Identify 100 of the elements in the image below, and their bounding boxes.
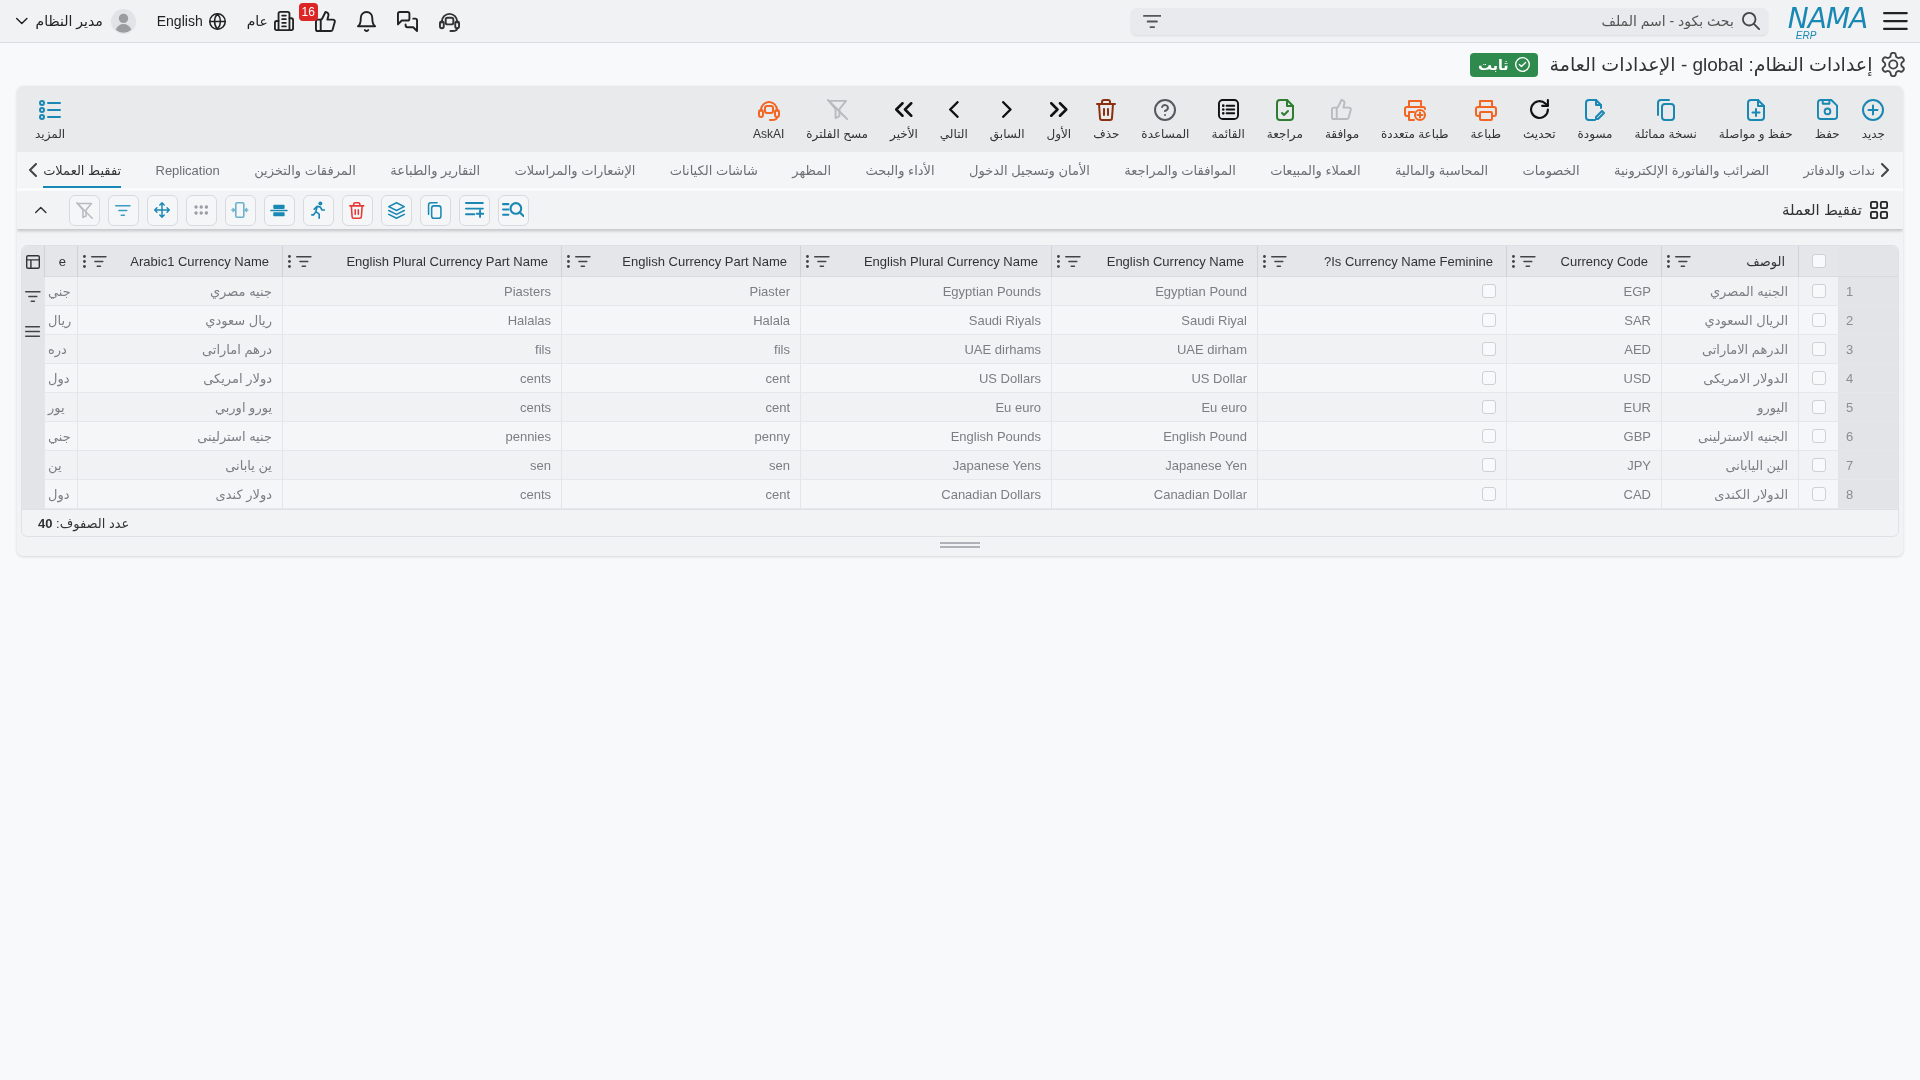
last-button[interactable]: الأخير (882, 97, 926, 141)
checkbox[interactable] (1482, 313, 1496, 327)
table-cell: دولار كندى (77, 480, 282, 509)
freeze-button[interactable] (263, 194, 295, 226)
new-button[interactable]: جديد (1853, 97, 1893, 141)
resize-handle[interactable] (940, 542, 980, 548)
filter-icon[interactable] (90, 255, 107, 267)
move-button[interactable] (146, 194, 178, 226)
filter-icon[interactable] (1674, 255, 1691, 267)
save-and-continue-button[interactable]: حفظ و مواصلة (1710, 97, 1801, 141)
tab[interactable]: شاشات الكيانات (669, 152, 758, 188)
tab[interactable]: الأداء والبحث (865, 152, 935, 188)
ask-ai-button[interactable]: AskAI (744, 97, 793, 141)
filter-icon[interactable] (813, 255, 830, 267)
chevron-left-icon[interactable] (29, 163, 37, 177)
headset-icon[interactable] (439, 10, 461, 32)
language-selector[interactable]: English (156, 12, 226, 30)
checkbox[interactable] (1811, 487, 1826, 501)
find-button[interactable] (497, 194, 529, 226)
vertical-dots-icon[interactable] (567, 254, 570, 268)
list-button[interactable]: القائمة (1203, 97, 1253, 141)
tab[interactable]: Replication (155, 152, 220, 188)
fit-columns-button[interactable] (224, 194, 256, 226)
thumbs-up-icon[interactable] (314, 10, 336, 32)
copy-button[interactable] (419, 194, 451, 226)
list-plus-icon (464, 202, 484, 218)
refresh-button[interactable]: تحديث (1515, 97, 1564, 141)
table-cell: Canadian Dollars (800, 480, 1051, 509)
branch-selector[interactable]: عام (246, 11, 294, 31)
filter-icon[interactable] (574, 255, 591, 267)
search-icon[interactable] (1741, 12, 1760, 30)
vertical-dots-icon[interactable] (1263, 254, 1266, 268)
filter-icon[interactable] (1519, 255, 1536, 267)
review-button[interactable]: مراجعة (1258, 97, 1311, 141)
filter-button[interactable] (107, 194, 139, 226)
checkbox[interactable] (1482, 458, 1496, 472)
vertical-dots-icon[interactable] (806, 254, 809, 268)
checkbox[interactable] (1811, 458, 1826, 472)
layers-button[interactable] (380, 194, 412, 226)
multi-print-button[interactable]: طباعة متعددة (1373, 97, 1457, 141)
checkbox[interactable] (1811, 400, 1826, 414)
tab[interactable]: التقارير والطباعة (390, 152, 481, 188)
tab[interactable]: الضرائب والفاتورة الإلكترونية (1613, 152, 1770, 188)
more-button[interactable]: المزيد (27, 97, 74, 141)
building-icon (273, 11, 294, 31)
filter-icon[interactable] (1142, 14, 1162, 28)
tab[interactable]: المحاسبة والمالية (1395, 152, 1489, 188)
filter-icon[interactable] (25, 291, 41, 302)
vertical-dots-icon[interactable] (288, 254, 291, 268)
caret-up-icon[interactable] (35, 206, 47, 214)
first-button[interactable]: الأول (1038, 97, 1080, 141)
tab[interactable]: الخصومات (1522, 152, 1580, 188)
delete-button[interactable] (341, 194, 373, 226)
tab[interactable]: الموافقات والمراجعة (1124, 152, 1236, 188)
dots-button[interactable] (185, 194, 217, 226)
vertical-dots-icon[interactable] (83, 254, 86, 268)
tab[interactable]: الإشعارات والمراسلات (514, 152, 636, 188)
tab[interactable]: الأمان وتسجيل الدخول (969, 152, 1090, 188)
checkbox[interactable] (1482, 487, 1496, 501)
checkbox[interactable] (1811, 429, 1826, 443)
tab[interactable]: العملاء والمبيعات (1270, 152, 1361, 188)
save-button[interactable]: حفظ (1806, 97, 1848, 141)
checkbox[interactable] (1811, 284, 1826, 298)
filter-icon[interactable] (295, 255, 312, 267)
delete-button[interactable]: حذف (1085, 97, 1128, 141)
tab[interactable]: المرفقات والتخزين (254, 152, 356, 188)
copy-icon (427, 201, 443, 219)
chevron-right-icon[interactable] (1881, 163, 1889, 177)
checkbox[interactable] (1482, 429, 1496, 443)
next-button[interactable]: التالي (931, 97, 976, 141)
print-button[interactable]: طباعة (1462, 97, 1510, 141)
previous-button[interactable]: السابق (981, 97, 1033, 141)
checkbox[interactable] (1482, 284, 1496, 298)
bell-icon[interactable] (356, 10, 377, 32)
checkbox[interactable] (1811, 254, 1826, 268)
checkbox[interactable] (1482, 342, 1496, 356)
checkbox[interactable] (1811, 371, 1826, 385)
filter-icon[interactable] (1270, 255, 1287, 267)
checkbox[interactable] (1811, 342, 1826, 356)
draft-button[interactable]: مسودة (1569, 97, 1621, 141)
list-icon (39, 99, 62, 120)
add-row-button[interactable] (458, 194, 490, 226)
menu-icon[interactable] (1883, 12, 1908, 30)
user-menu[interactable]: مدير النظام (16, 8, 136, 34)
vertical-dots-icon[interactable] (1512, 254, 1515, 268)
vertical-dots-icon[interactable] (1667, 254, 1670, 268)
filter-icon[interactable] (1064, 255, 1081, 267)
duplicate-button[interactable]: نسخة مماثلة (1626, 97, 1705, 141)
menu-icon[interactable] (25, 326, 41, 337)
run-button[interactable] (302, 194, 334, 226)
table-icon[interactable] (26, 254, 40, 269)
checkbox[interactable] (1482, 400, 1496, 414)
chat-bubbles-icon[interactable] (397, 10, 419, 32)
checkbox[interactable] (1482, 371, 1496, 385)
tab[interactable]: ندات والدفاتر (1803, 152, 1875, 188)
checkbox[interactable] (1811, 313, 1826, 327)
vertical-dots-icon[interactable] (1057, 254, 1060, 268)
help-button[interactable]: المساعدة (1133, 97, 1198, 141)
avatar-icon (110, 8, 136, 34)
tab[interactable]: المظهر (792, 152, 832, 188)
